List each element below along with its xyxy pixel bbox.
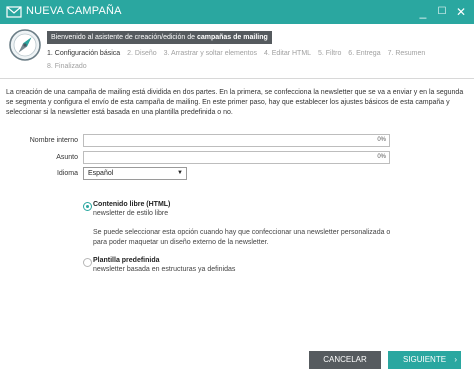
free-content-description: Se puede seleccionar esta opción cuando … (93, 229, 391, 246)
free-content-radio[interactable] (83, 202, 92, 211)
template-subtitle: newsletter basada en estructuras ya defi… (93, 266, 236, 273)
wizard-header: Bienvenido al asistente de creación/edic… (0, 24, 474, 76)
step-basic-config[interactable]: 1. Configuración básica (47, 50, 120, 57)
language-label: Idioma (56, 170, 78, 177)
chevron-right-icon: › (454, 355, 457, 364)
wizard-breadcrumb: Bienvenido al asistente de creación/edic… (47, 31, 272, 44)
step-design[interactable]: 2. Diseño (127, 50, 157, 57)
template-title: Plantilla predefinida (93, 257, 160, 264)
header-divider (0, 78, 474, 79)
next-button-label: SIGUIENTE (402, 355, 447, 364)
title-bar: NUEVA CAMPAÑA _ ☐ ✕ (0, 0, 474, 24)
template-radio[interactable] (83, 258, 92, 267)
internal-name-label: Nombre interno (29, 137, 78, 144)
cancel-button[interactable]: CANCELAR (309, 351, 381, 369)
wizard-window: NUEVA CAMPAÑA _ ☐ ✕ Bienvenido al asiste… (0, 0, 474, 380)
close-button[interactable]: ✕ (453, 3, 469, 21)
free-content-title: Contenido libre (HTML) (93, 201, 171, 208)
maximize-button[interactable]: ☐ (434, 3, 450, 21)
wizard-steps: 1. Configuración básica 2. Diseño 3. Arr… (47, 47, 457, 73)
subject-input[interactable]: 0% (83, 151, 390, 164)
window-title: NUEVA CAMPAÑA (26, 5, 122, 17)
subject-label: Asunto (56, 154, 78, 161)
step-finished[interactable]: 8. Finalizado (47, 63, 87, 70)
intro-text: La creación de una campaña de mailing es… (6, 89, 464, 116)
free-content-subtitle: newsletter de estilo libre (93, 210, 169, 217)
breadcrumb-bold: campañas de mailing (196, 34, 268, 41)
step-filter[interactable]: 5. Filtro (318, 50, 341, 57)
step-delivery[interactable]: 6. Entrega (348, 50, 380, 57)
minimize-button[interactable]: _ (415, 3, 431, 21)
step-summary[interactable]: 7. Resumen (388, 50, 426, 57)
language-value: Español (88, 170, 114, 177)
language-select[interactable]: Español ▼ (83, 167, 187, 180)
internal-name-counter: 0% (377, 137, 386, 143)
next-button[interactable]: SIGUIENTE › (388, 351, 461, 369)
envelope-icon (6, 6, 22, 18)
internal-name-input[interactable]: 0% (83, 134, 390, 147)
step-edit-html[interactable]: 4. Editar HTML (264, 50, 311, 57)
compass-icon (9, 29, 41, 61)
step-drag-drop[interactable]: 3. Arrastrar y soltar elementos (164, 50, 257, 57)
subject-counter: 0% (377, 154, 386, 160)
chevron-down-icon: ▼ (177, 170, 183, 176)
breadcrumb-prefix: Bienvenido al asistente de creación/edic… (51, 34, 195, 41)
